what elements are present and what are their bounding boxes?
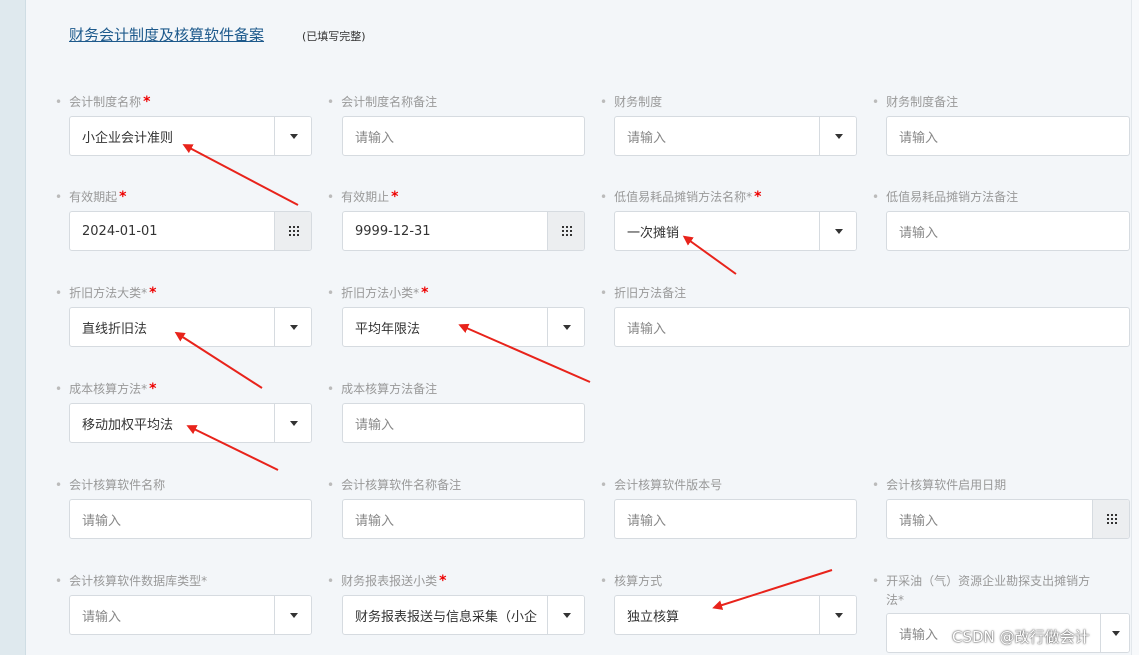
label-report-subcategory: • 财务报表报送小类 * (327, 573, 447, 589)
label-software-name: • 会计核算软件名称 (55, 478, 166, 492)
label-software-db-type: • 会计核算软件数据库类型* (55, 574, 208, 588)
label-software-name-note: • 会计核算软件名称备注 (327, 478, 462, 492)
accounting-system-name-select[interactable]: 小企业会计准则 (69, 116, 312, 156)
dropdown-toggle[interactable] (274, 308, 311, 346)
dropdown-toggle[interactable] (1100, 614, 1129, 652)
label-depreciation-note: • 折旧方法备注 (600, 286, 687, 300)
date-picker-button[interactable] (547, 212, 584, 250)
label-software-version: • 会计核算软件版本号 (600, 478, 723, 492)
section-title-link[interactable]: 财务会计制度及核算软件备案 (69, 24, 264, 45)
right-scroll-edge (1131, 0, 1139, 655)
caret-down-icon (834, 612, 843, 618)
software-start-date-input[interactable]: 请输入 (886, 499, 1130, 539)
dropdown-toggle[interactable] (819, 117, 856, 155)
label-low-value-amortization-note: • 低值易耗品摊销方法备注 (872, 190, 1019, 204)
valid-to-date-input[interactable]: 9999-12-31 (342, 211, 585, 251)
dropdown-toggle[interactable] (547, 596, 584, 634)
software-version-input[interactable]: 请输入 (614, 499, 857, 539)
dropdown-toggle[interactable] (274, 117, 311, 155)
dropdown-toggle[interactable] (274, 596, 311, 634)
label-cost-accounting-method: • 成本核算方法* * (55, 381, 157, 397)
software-name-input[interactable]: 请输入 (69, 499, 312, 539)
software-db-type-select[interactable]: 请输入 (69, 595, 312, 635)
calendar-grid-icon (561, 226, 572, 236)
section-completion-note: (已填写完整) (302, 30, 366, 43)
caret-down-icon (289, 612, 298, 618)
label-cost-accounting-note: • 成本核算方法备注 (327, 382, 438, 396)
label-financial-system-note: • 财务制度备注 (872, 95, 959, 109)
label-software-start-date: • 会计核算软件启用日期 (872, 478, 1007, 492)
accounting-system-note-input[interactable]: 请输入 (342, 116, 585, 156)
cost-accounting-note-input[interactable]: 请输入 (342, 403, 585, 443)
caret-down-icon (562, 324, 571, 330)
dropdown-toggle[interactable] (547, 308, 584, 346)
depreciation-subcategory-select[interactable]: 平均年限法 (342, 307, 585, 347)
cost-accounting-method-select[interactable]: 移动加权平均法 (69, 403, 312, 443)
label-accounting-system-name: • 会计制度名称 * (55, 94, 151, 110)
caret-down-icon (289, 420, 298, 426)
label-low-value-amortization: • 低值易耗品摊销方法名称* * (600, 189, 762, 205)
low-value-amortization-select[interactable]: 一次摊销 (614, 211, 857, 251)
valid-from-date-input[interactable]: 2024-01-01 (69, 211, 312, 251)
depreciation-category-select[interactable]: 直线折旧法 (69, 307, 312, 347)
label-oil-gas-exploration: • 开采油（气）资源企业勘探支出摊销方 (872, 574, 1091, 588)
dropdown-toggle[interactable] (274, 404, 311, 442)
label-financial-system: • 财务制度 (600, 95, 663, 109)
label-valid-to: • 有效期止 * (327, 189, 399, 205)
caret-down-icon (289, 133, 298, 139)
label-depreciation-category: • 折旧方法大类* * (55, 285, 157, 301)
depreciation-note-input[interactable]: 请输入 (614, 307, 1130, 347)
caret-down-icon (289, 324, 298, 330)
dropdown-toggle[interactable] (819, 212, 856, 250)
financial-system-note-input[interactable]: 请输入 (886, 116, 1130, 156)
accounting-mode-select[interactable]: 独立核算 (614, 595, 857, 635)
software-name-note-input[interactable]: 请输入 (342, 499, 585, 539)
date-picker-button[interactable] (1092, 500, 1129, 538)
label-valid-from: • 有效期起 * (55, 189, 127, 205)
calendar-grid-icon (288, 226, 299, 236)
csdn-watermark: CSDN @改行做会计 (952, 628, 1090, 646)
report-subcategory-select[interactable]: 财务报表报送与信息采集（小企 (342, 595, 585, 635)
date-picker-button[interactable] (274, 212, 311, 250)
dropdown-toggle[interactable] (819, 596, 856, 634)
label-depreciation-subcategory: • 折旧方法小类* * (327, 285, 429, 301)
label-oil-gas-exploration-cont: 法* (886, 593, 905, 607)
financial-system-select[interactable]: 请输入 (614, 116, 857, 156)
label-accounting-system-note: • 会计制度名称备注 (327, 95, 438, 109)
caret-down-icon (1111, 630, 1120, 636)
caret-down-icon (562, 612, 571, 618)
caret-down-icon (834, 228, 843, 234)
calendar-grid-icon (1106, 514, 1117, 524)
left-sidebar-strip (0, 0, 26, 655)
caret-down-icon (834, 133, 843, 139)
label-accounting-mode: • 核算方式 (600, 574, 663, 588)
low-value-amortization-note-input[interactable]: 请输入 (886, 211, 1130, 251)
